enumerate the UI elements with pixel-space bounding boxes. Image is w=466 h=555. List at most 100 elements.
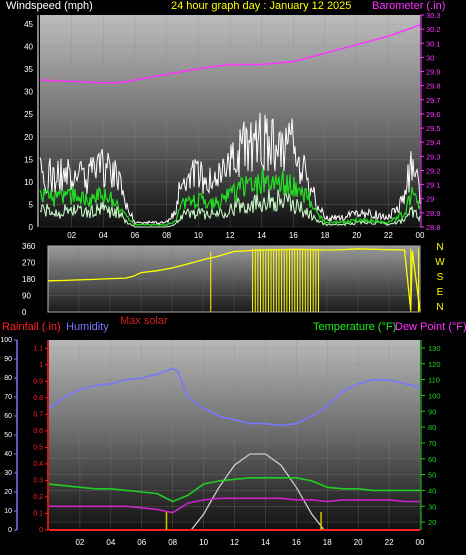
max-solar-header: Max solar: [120, 315, 168, 327]
rain-tick-label: 0.1: [33, 510, 43, 517]
rain-tick-label: 0.5: [33, 444, 43, 451]
barometer-tick-label: 28.9: [426, 209, 441, 218]
wind-x-tick-label: 20: [352, 231, 361, 240]
wind-tick-label: 25: [24, 110, 33, 119]
direction-tick-label: 0: [22, 308, 27, 317]
humidity-tick-label: 0: [8, 527, 12, 534]
climate-x-tick-label: 10: [199, 538, 208, 547]
rain-tick-label: 0.6: [33, 428, 43, 435]
climate-x-tick-label: 20: [354, 538, 363, 547]
wind-tick-label: 15: [24, 155, 33, 164]
humidity-tick-label: 10: [4, 508, 12, 515]
rainfall-header: Rainfall (.in): [2, 321, 61, 333]
dewpoint-header: Dew Point (°F): [395, 321, 466, 333]
barometer-tick-label: 29.5: [426, 124, 441, 133]
wind-x-ticks: 02 04 06 08 10 12 14 16 18 20 22 00: [67, 231, 425, 240]
barometer-tick-label: 29: [426, 195, 434, 204]
climate-x-tick-label: 00: [416, 538, 425, 547]
graph-title: 24 hour graph day : January 12 2025: [171, 0, 351, 12]
rain-tick-label: 1: [39, 362, 43, 369]
barometer-tick-label: 29.8: [426, 82, 441, 91]
barometer-tick-label: 30: [426, 53, 434, 62]
wind-tick-label: 0: [29, 223, 34, 232]
rain-tick-label: 0.9: [33, 378, 43, 385]
compass-label: W: [435, 257, 445, 268]
wind-y-ticks: 0 5 10 15 20 25 30 35 40 45: [24, 15, 39, 232]
temperature-tick-label: 60: [428, 455, 436, 464]
humidity-tick-label: 50: [4, 432, 12, 439]
wind-x-tick-label: 04: [99, 231, 108, 240]
barometer-tick-label: 29.3: [426, 152, 441, 161]
barometer-tick-label: 30.1: [426, 39, 441, 48]
wind-tick-label: 10: [24, 178, 33, 187]
wind-tick-label: 30: [24, 88, 33, 97]
direction-tick-label: 90: [22, 292, 31, 301]
temperature-tick-label: 30: [428, 502, 436, 511]
rain-tick-label: 1.1: [33, 345, 43, 352]
temperature-y-ticks: 20 30 40 50 60 70 80 90 100 110 120 130: [420, 340, 441, 530]
humidity-tick-label: 100: [0, 337, 12, 344]
compass-label: N: [436, 302, 443, 313]
humidity-tick-label: 80: [4, 375, 12, 382]
wind-x-tick-label: 02: [67, 231, 76, 240]
barometer-tick-label: 29.4: [426, 138, 441, 147]
climate-x-tick-label: 02: [75, 538, 84, 547]
climate-x-tick-label: 22: [385, 538, 394, 547]
wind-x-tick-label: 14: [257, 231, 266, 240]
rain-y-ticks: 0 0.1 0.2 0.3 0.4 0.5 0.6 0.7 0.8 0.9 1 1.1: [33, 340, 49, 534]
temperature-header: Temperature (°F): [313, 321, 396, 333]
wind-x-tick-label: 16: [289, 231, 298, 240]
climate-x-ticks: 02 04 06 08 10 12 14 16 18 20 22 00: [75, 538, 425, 547]
compass-label: E: [437, 287, 444, 298]
barometer-tick-label: 29.2: [426, 166, 441, 175]
rain-tick-label: 0.3: [33, 477, 43, 484]
humidity-tick-label: 60: [4, 413, 12, 420]
wind-x-tick-label: 06: [131, 231, 140, 240]
humidity-header: Humidity: [66, 321, 109, 333]
climate-x-tick-label: 12: [230, 538, 239, 547]
temperature-tick-label: 80: [428, 423, 436, 432]
rain-tick-label: 0.2: [33, 494, 43, 501]
climate-x-tick-label: 06: [137, 538, 146, 547]
direction-y-ticks: 0 90 180 270 360: [22, 242, 36, 317]
wind-tick-label: 45: [24, 20, 33, 29]
weather-graphs: Windspeed (mph) 24 hour graph day : Janu…: [0, 0, 466, 547]
compass-labels: NWSEN: [435, 242, 445, 313]
humidity-tick-label: 30: [4, 470, 12, 477]
temperature-tick-label: 50: [428, 471, 436, 480]
temperature-tick-label: 120: [428, 360, 441, 369]
wind-x-tick-label: 08: [162, 231, 171, 240]
climate-x-tick-label: 16: [292, 538, 301, 547]
climate-x-tick-label: 08: [168, 538, 177, 547]
barometer-tick-label: 29.9: [426, 68, 441, 77]
direction-tick-label: 270: [22, 259, 36, 268]
temperature-tick-label: 40: [428, 486, 436, 495]
barometer-tick-label: 29.7: [426, 96, 441, 105]
temperature-tick-label: 90: [428, 407, 436, 416]
compass-label: S: [437, 272, 444, 283]
climate-x-tick-label: 04: [106, 538, 115, 547]
wind-x-tick-label: 22: [384, 231, 393, 240]
temperature-tick-label: 110: [428, 376, 440, 385]
wind-x-tick-label: 18: [321, 231, 330, 240]
rain-tick-label: 0: [39, 527, 43, 534]
temperature-tick-label: 100: [428, 391, 441, 400]
wind-tick-label: 5: [29, 200, 34, 209]
barometer-y-ticks: 28.8 28.9 29 29.1 29.2 29.3 29.4 29.5 29.6 29.7 29…: [420, 11, 441, 232]
windspeed-header: Windspeed (mph): [6, 0, 93, 12]
direction-tick-label: 180: [22, 275, 36, 284]
humidity-tick-label: 70: [4, 394, 12, 401]
barometer-tick-label: 29.6: [426, 110, 441, 119]
wind-x-tick-label: 00: [416, 231, 425, 240]
humidity-y-ticks: 0 10 20 30 40 50 60 70 80 90 100: [0, 337, 18, 534]
humidity-tick-label: 20: [4, 489, 12, 496]
temperature-tick-label: 70: [428, 439, 436, 448]
rain-tick-label: 0.4: [33, 461, 43, 468]
humidity-tick-label: 90: [4, 356, 12, 363]
wind-tick-label: 40: [24, 43, 33, 52]
temperature-tick-label: 130: [428, 344, 441, 353]
barometer-tick-label: 29.1: [426, 181, 441, 190]
compass-label: N: [436, 242, 443, 253]
rain-tick-label: 0.8: [33, 395, 43, 402]
wind-tick-label: 20: [24, 133, 33, 142]
